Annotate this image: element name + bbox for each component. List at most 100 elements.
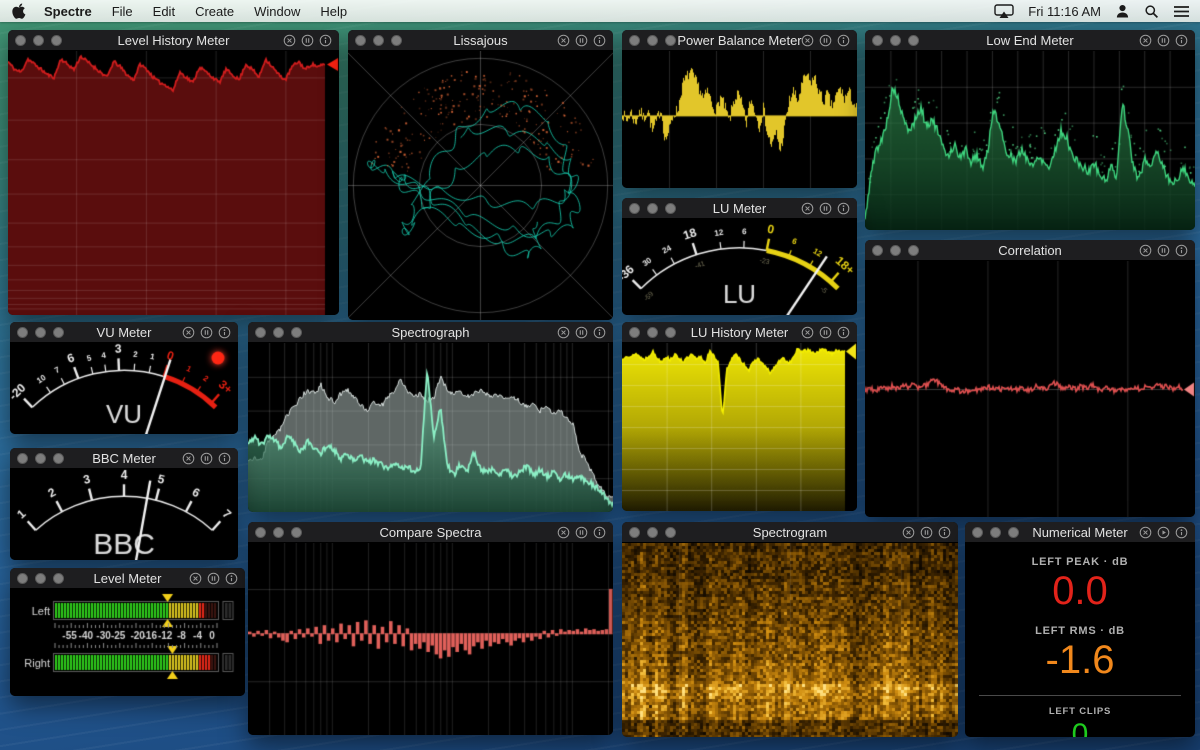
traffic-light[interactable] <box>647 35 658 46</box>
menubar-clock[interactable]: Fri 11:16 AM <box>1028 4 1101 19</box>
pause-icon[interactable] <box>575 326 588 339</box>
titlebar[interactable]: LU Meter <box>622 198 857 219</box>
titlebar[interactable]: Power Balance Meter <box>622 30 857 51</box>
info-icon[interactable] <box>837 202 850 215</box>
close-icon[interactable] <box>1139 34 1152 47</box>
pause-icon[interactable] <box>1157 34 1170 47</box>
traffic-light[interactable] <box>291 527 302 538</box>
info-icon[interactable] <box>225 572 238 585</box>
menu-item-file[interactable]: File <box>102 4 143 19</box>
titlebar[interactable]: Lissajous <box>348 30 613 51</box>
window-lights[interactable] <box>629 35 683 46</box>
titlebar[interactable]: LU History Meter <box>622 322 857 343</box>
window-lights[interactable] <box>17 453 71 464</box>
titlebar[interactable]: Level History Meter <box>8 30 339 51</box>
traffic-light[interactable] <box>355 35 366 46</box>
traffic-light[interactable] <box>629 35 640 46</box>
titlebar[interactable]: Spectrograph <box>248 322 613 343</box>
menu-item-create[interactable]: Create <box>185 4 244 19</box>
close-icon[interactable] <box>902 526 915 539</box>
pause-icon[interactable] <box>819 326 832 339</box>
traffic-light[interactable] <box>665 527 676 538</box>
play-icon[interactable] <box>1157 526 1170 539</box>
traffic-light[interactable] <box>972 527 983 538</box>
window-lights[interactable] <box>629 203 683 214</box>
window-lights[interactable] <box>972 527 1026 538</box>
close-icon[interactable] <box>182 452 195 465</box>
menu-item-help[interactable]: Help <box>310 4 357 19</box>
traffic-light[interactable] <box>890 35 901 46</box>
traffic-light[interactable] <box>872 245 883 256</box>
traffic-light[interactable] <box>629 527 640 538</box>
info-icon[interactable] <box>593 526 606 539</box>
traffic-light[interactable] <box>35 573 46 584</box>
close-icon[interactable] <box>801 202 814 215</box>
traffic-light[interactable] <box>53 573 64 584</box>
traffic-light[interactable] <box>629 327 640 338</box>
pause-icon[interactable] <box>819 34 832 47</box>
traffic-light[interactable] <box>53 327 64 338</box>
window-lights[interactable] <box>872 245 926 256</box>
pause-icon[interactable] <box>575 526 588 539</box>
close-icon[interactable] <box>557 326 570 339</box>
menu-item-edit[interactable]: Edit <box>143 4 185 19</box>
traffic-light[interactable] <box>890 245 901 256</box>
close-icon[interactable] <box>557 526 570 539</box>
close-icon[interactable] <box>182 326 195 339</box>
titlebar[interactable]: Compare Spectra <box>248 522 613 543</box>
close-icon[interactable] <box>557 34 570 47</box>
close-icon[interactable] <box>801 34 814 47</box>
traffic-light[interactable] <box>391 35 402 46</box>
titlebar[interactable]: VU Meter <box>10 322 238 343</box>
info-icon[interactable] <box>1175 526 1188 539</box>
traffic-light[interactable] <box>53 453 64 464</box>
traffic-light[interactable] <box>51 35 62 46</box>
traffic-light[interactable] <box>908 35 919 46</box>
traffic-light[interactable] <box>665 327 676 338</box>
pause-icon[interactable] <box>1157 244 1170 257</box>
traffic-light[interactable] <box>255 327 266 338</box>
window-lights[interactable] <box>17 327 71 338</box>
window-lights[interactable] <box>629 527 683 538</box>
apple-menu-icon[interactable] <box>12 3 26 19</box>
titlebar[interactable]: Low End Meter <box>865 30 1195 51</box>
traffic-light[interactable] <box>33 35 44 46</box>
info-icon[interactable] <box>218 452 231 465</box>
info-icon[interactable] <box>319 34 332 47</box>
menu-item-window[interactable]: Window <box>244 4 310 19</box>
traffic-light[interactable] <box>35 327 46 338</box>
close-icon[interactable] <box>1139 244 1152 257</box>
window-lights[interactable] <box>255 327 309 338</box>
close-icon[interactable] <box>283 34 296 47</box>
traffic-light[interactable] <box>908 245 919 256</box>
info-icon[interactable] <box>1175 34 1188 47</box>
notification-list-icon[interactable] <box>1173 5 1190 18</box>
info-icon[interactable] <box>218 326 231 339</box>
traffic-light[interactable] <box>647 203 658 214</box>
pause-icon[interactable] <box>819 202 832 215</box>
traffic-light[interactable] <box>665 35 676 46</box>
traffic-light[interactable] <box>17 573 28 584</box>
titlebar[interactable]: Level Meter <box>10 568 245 589</box>
pause-icon[interactable] <box>920 526 933 539</box>
window-lights[interactable] <box>629 327 683 338</box>
menu-item-spectre[interactable]: Spectre <box>34 4 102 19</box>
window-lights[interactable] <box>872 35 926 46</box>
traffic-light[interactable] <box>629 203 640 214</box>
pause-icon[interactable] <box>575 34 588 47</box>
traffic-light[interactable] <box>17 327 28 338</box>
close-icon[interactable] <box>801 326 814 339</box>
info-icon[interactable] <box>837 34 850 47</box>
traffic-light[interactable] <box>17 453 28 464</box>
pause-icon[interactable] <box>301 34 314 47</box>
traffic-light[interactable] <box>15 35 26 46</box>
close-icon[interactable] <box>189 572 202 585</box>
traffic-light[interactable] <box>872 35 883 46</box>
pause-icon[interactable] <box>200 452 213 465</box>
traffic-light[interactable] <box>255 527 266 538</box>
pause-icon[interactable] <box>200 326 213 339</box>
traffic-light[interactable] <box>273 327 284 338</box>
traffic-light[interactable] <box>273 527 284 538</box>
titlebar[interactable]: Correlation <box>865 240 1195 261</box>
traffic-light[interactable] <box>647 327 658 338</box>
